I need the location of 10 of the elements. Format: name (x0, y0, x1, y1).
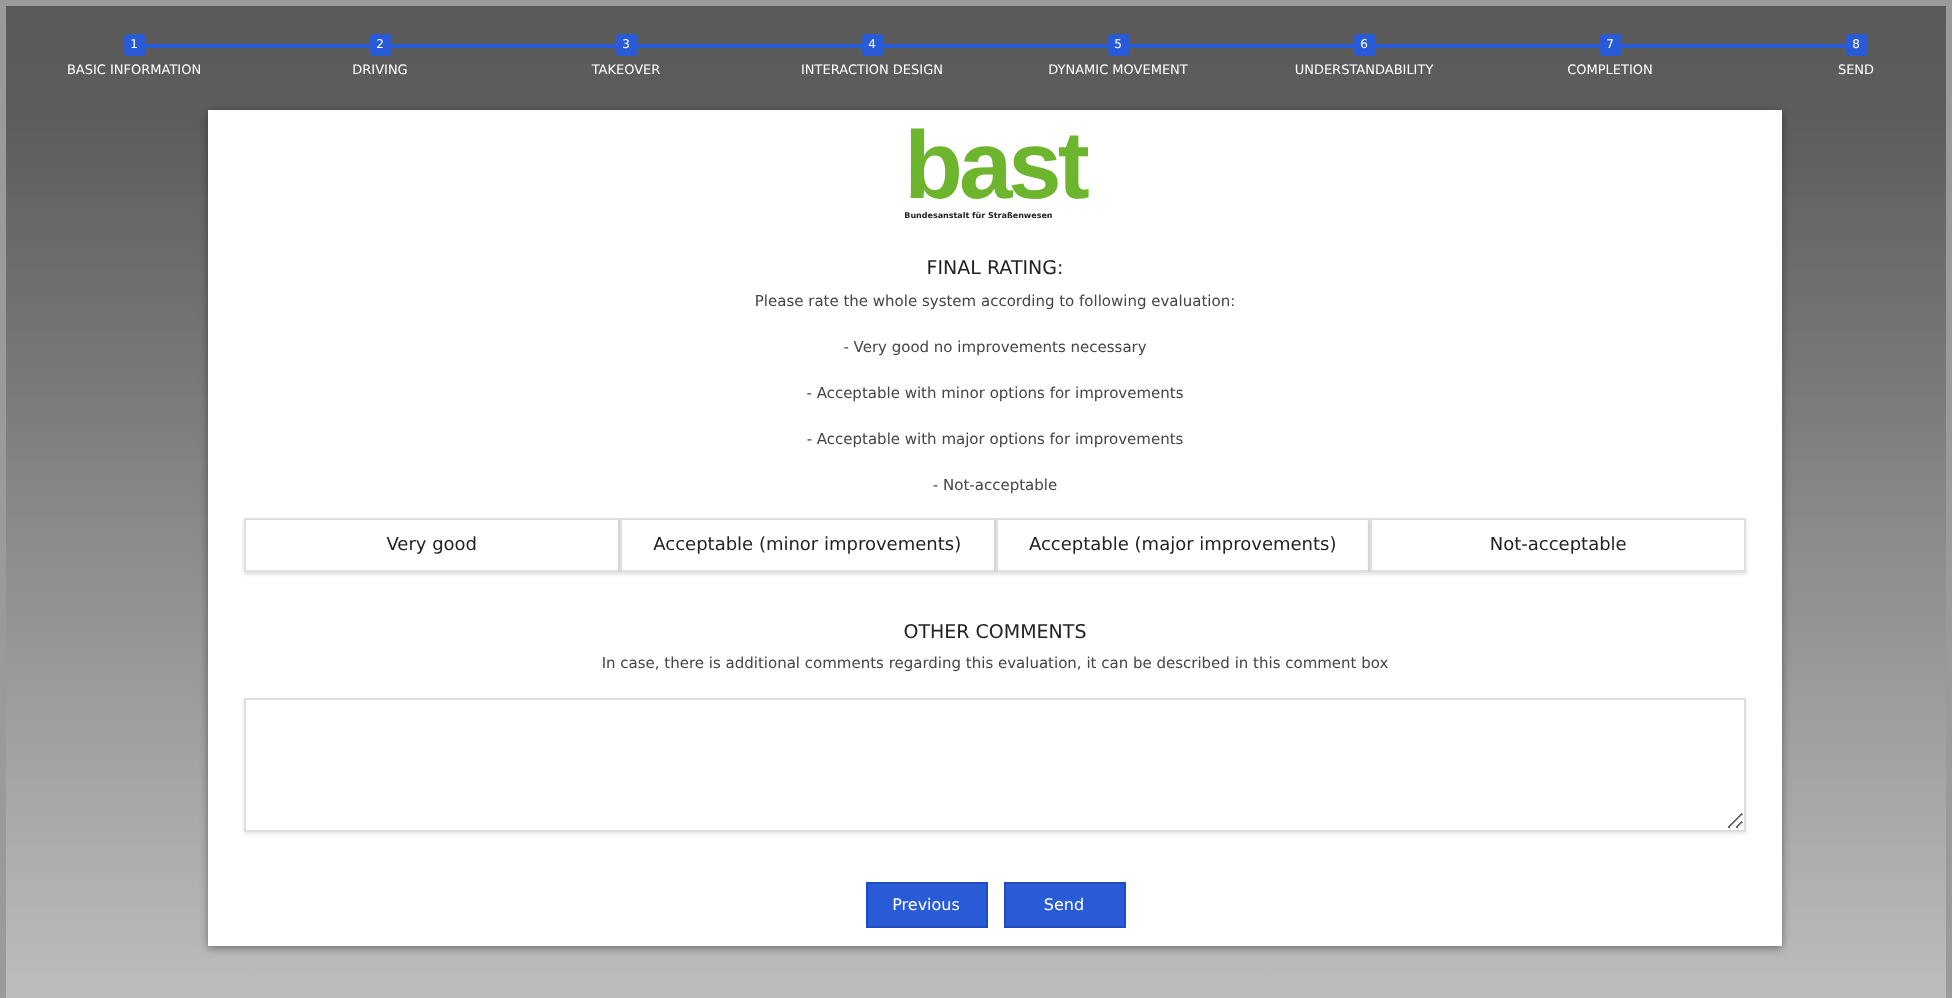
previous-button[interactable]: Previous (865, 882, 987, 928)
rating-option[interactable]: Acceptable (minor improvements) (619, 518, 995, 572)
rating-option[interactable]: Acceptable (major improvements) (995, 518, 1371, 572)
section-title: OTHER COMMENTS (903, 622, 1087, 644)
comment-field[interactable] (244, 698, 1746, 832)
rating-option[interactable]: Not-acceptable (1370, 518, 1746, 572)
logo-wordmark: bast (904, 130, 1086, 206)
rating-option[interactable]: Very good (244, 518, 620, 572)
send-button[interactable]: Send (1003, 882, 1125, 928)
section-title: FINAL RATING: (926, 258, 1064, 280)
